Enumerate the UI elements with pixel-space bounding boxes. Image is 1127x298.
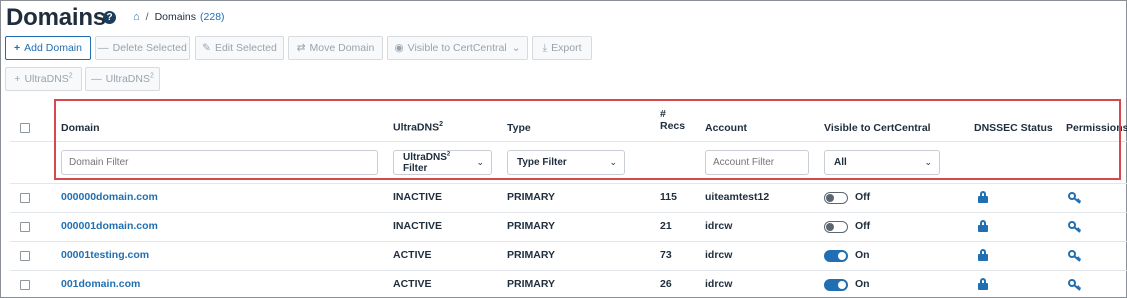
account-name: idrcw [705, 249, 733, 261]
column-header-domain[interactable]: Domain [61, 122, 100, 134]
select-all-checkbox[interactable] [20, 123, 30, 133]
visible-to-certcentral-button[interactable]: ◉ Visible to CertCentral ⌄ [387, 36, 528, 60]
exchange-icon: ⇄ [296, 42, 306, 54]
visible-toggle[interactable] [824, 221, 848, 233]
record-count: 26 [660, 278, 672, 290]
visible-toggle-label: On [855, 278, 870, 290]
lock-icon[interactable] [978, 191, 988, 203]
chevron-down-icon: ⌄ [511, 42, 521, 54]
domain-link[interactable]: 000000domain.com [61, 191, 158, 203]
home-icon[interactable]: ⌂ [133, 11, 140, 23]
breadcrumb: ⌂ / Domains (228) [133, 11, 225, 23]
remove-ultradns-label: UltraDNS2 [105, 72, 154, 86]
plus-icon: + [14, 42, 21, 54]
row-divider [10, 241, 1127, 242]
visible-toggle-label: On [855, 249, 870, 261]
domain-filter-input[interactable] [61, 150, 378, 175]
key-icon[interactable] [1068, 250, 1082, 262]
column-header-type[interactable]: Type [507, 122, 531, 134]
eye-icon: ◉ [394, 42, 404, 54]
minus-icon: — [98, 42, 109, 54]
lock-icon[interactable] [978, 220, 988, 232]
chevron-down-icon: ⌄ [476, 157, 484, 167]
column-header-account[interactable]: Account [705, 122, 747, 134]
visible-toggle-label: Off [855, 191, 871, 203]
visible-filter-select[interactable]: All ⌄ [824, 150, 940, 175]
ultradns-filter-label: UltraDNS2 Filter [403, 151, 451, 174]
row-checkbox[interactable] [20, 251, 30, 261]
plus-icon: + [14, 73, 21, 85]
column-header-recs[interactable]: # Recs [660, 108, 685, 132]
row-checkbox[interactable] [20, 222, 30, 232]
column-header-ultradns[interactable]: UltraDNS2 [393, 121, 443, 134]
key-icon[interactable] [1068, 221, 1082, 233]
key-icon[interactable] [1068, 279, 1082, 291]
record-count: 115 [660, 191, 677, 203]
domain-link[interactable]: 001domain.com [61, 278, 140, 290]
lock-icon[interactable] [978, 249, 988, 261]
header-divider [10, 141, 1127, 142]
ultradns-status: INACTIVE [393, 191, 443, 203]
account-name: idrcw [705, 278, 733, 290]
visible-toggle[interactable] [824, 250, 848, 262]
delete-selected-label: Delete Selected [112, 42, 187, 54]
visible-filter-label: All [834, 157, 847, 168]
add-domain-button[interactable]: + Add Domain [5, 36, 91, 60]
row-divider [10, 183, 1127, 184]
domain-link[interactable]: 000001domain.com [61, 220, 158, 232]
type-filter-select[interactable]: Type Filter ⌄ [507, 150, 625, 175]
row-checkbox[interactable] [20, 280, 30, 290]
column-header-permissions[interactable]: Permissions [1066, 122, 1127, 134]
domain-link[interactable]: 00001testing.com [61, 249, 149, 261]
move-domain-button[interactable]: ⇄ Move Domain [288, 36, 383, 60]
delete-selected-button[interactable]: — Delete Selected [95, 36, 190, 60]
remove-ultradns-button[interactable]: — UltraDNS2 [85, 67, 160, 91]
column-header-visible[interactable]: Visible to CertCentral [824, 122, 931, 134]
question-circle-icon[interactable]: ? [103, 11, 116, 24]
ultradns-status: ACTIVE [393, 249, 432, 261]
recs-header-line2: Recs [660, 120, 686, 132]
breadcrumb-current: Domains [154, 11, 197, 23]
lock-icon[interactable] [978, 278, 988, 290]
ultradns-filter-select[interactable]: UltraDNS2 Filter ⌄ [393, 150, 492, 175]
zone-type: PRIMARY [507, 220, 556, 232]
export-button[interactable]: ⤓ Export [532, 36, 592, 60]
record-count: 21 [660, 220, 672, 232]
breadcrumb-separator: / [145, 11, 149, 23]
row-checkbox[interactable] [20, 193, 30, 203]
page-title: Domains [6, 4, 106, 31]
zone-type: PRIMARY [507, 278, 556, 290]
recs-header-line1: # [660, 108, 666, 120]
chevron-down-icon: ⌄ [609, 157, 617, 167]
ultradns-status: INACTIVE [393, 220, 443, 232]
chevron-down-icon: ⌄ [924, 157, 932, 167]
visible-to-certcentral-label: Visible to CertCentral [407, 42, 507, 54]
key-icon[interactable] [1068, 192, 1082, 204]
ultradns-status: ACTIVE [393, 278, 432, 290]
visible-toggle[interactable] [824, 279, 848, 291]
column-header-dnssec[interactable]: DNSSEC Status [974, 122, 1053, 134]
account-name: uiteamtest12 [705, 191, 770, 203]
add-ultradns-button[interactable]: + UltraDNS2 [5, 67, 82, 91]
edit-selected-label: Edit Selected [214, 42, 277, 54]
pencil-icon: ✎ [202, 42, 211, 54]
account-filter-input[interactable] [705, 150, 809, 175]
row-divider [10, 212, 1127, 213]
zone-type: PRIMARY [507, 249, 556, 261]
domain-count: (228) [200, 11, 225, 23]
add-ultradns-label: UltraDNS2 [24, 72, 73, 86]
download-icon: ⤓ [542, 41, 548, 54]
export-label: Export [551, 42, 582, 54]
move-domain-label: Move Domain [309, 42, 375, 54]
account-name: idrcw [705, 220, 733, 232]
minus-icon: — [91, 73, 102, 85]
type-filter-label: Type Filter [517, 157, 567, 168]
edit-selected-button[interactable]: ✎ Edit Selected [195, 36, 284, 60]
row-divider [10, 270, 1127, 271]
record-count: 73 [660, 249, 672, 261]
visible-toggle-label: Off [855, 220, 871, 232]
add-domain-label: Add Domain [24, 42, 82, 54]
visible-toggle[interactable] [824, 192, 848, 204]
zone-type: PRIMARY [507, 191, 556, 203]
